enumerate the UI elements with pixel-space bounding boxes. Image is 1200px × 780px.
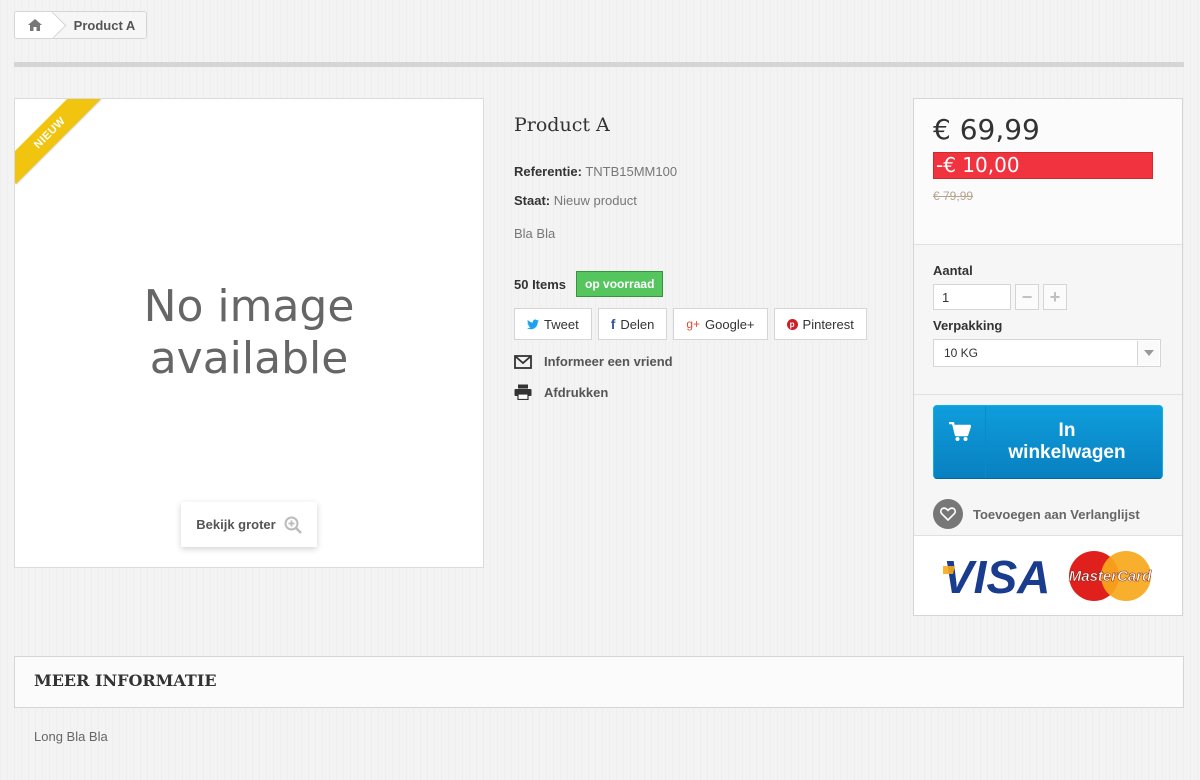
breadcrumb: Product A: [14, 11, 147, 39]
condition-label: Staat:: [514, 193, 551, 208]
facebook-share-button[interactable]: f Delen: [597, 308, 668, 340]
quantity-decrease-button[interactable]: −: [1015, 284, 1039, 310]
heart-icon: [933, 499, 963, 529]
buy-box: € 69,99 -€ 10,00 € 79,99 Aantal − + Verp…: [913, 98, 1183, 616]
quantity-increase-button[interactable]: +: [1043, 284, 1067, 310]
price-section: € 69,99 -€ 10,00 € 79,99: [914, 99, 1182, 245]
print-link[interactable]: Afdrukken: [514, 384, 608, 400]
reference-row: Referentie: TNTB15MM100: [514, 164, 677, 179]
divider: [14, 62, 1184, 67]
options-section: Aantal − + Verpakking 10 KG: [914, 245, 1182, 395]
send-to-friend-link[interactable]: Informeer een vriend: [514, 354, 673, 369]
twitter-icon: [527, 319, 539, 329]
pinterest-icon: p: [786, 318, 798, 330]
add-to-cart-button[interactable]: In winkelwagen: [933, 405, 1163, 479]
visa-logo: VISA: [943, 551, 1050, 603]
add-to-cart-line1: In: [1058, 420, 1076, 441]
image-placeholder-line2: available: [149, 333, 349, 384]
old-price: € 79,99: [933, 189, 974, 203]
reference-label: Referentie:: [514, 164, 582, 179]
tweet-button[interactable]: Tweet: [514, 308, 592, 340]
stock-info: 50 Items op voorraad: [514, 271, 664, 297]
payment-cards-icon: VISA MasterCard: [942, 550, 1152, 603]
shopping-cart-icon: [948, 422, 971, 441]
packaging-select[interactable]: 10 KG: [933, 339, 1161, 367]
payment-logos: VISA MasterCard: [914, 536, 1182, 615]
google-plus-label: Google+: [705, 316, 755, 332]
product-title: Product A: [514, 114, 610, 136]
minus-icon: −: [1021, 286, 1033, 307]
plus-icon: +: [1049, 286, 1061, 307]
share-label: Delen: [620, 316, 655, 332]
envelope-icon: [514, 354, 532, 369]
home-icon: [28, 19, 42, 31]
availability-badge: op voorraad: [576, 271, 664, 297]
reference-value: TNTB15MM100: [585, 164, 678, 179]
quantity-label: Aantal: [933, 263, 973, 278]
social-share: Tweet f Delen g+ Google+ p Pinterest: [514, 308, 867, 340]
pinterest-button[interactable]: p Pinterest: [773, 308, 867, 340]
view-larger-label: Bekijk groter: [196, 517, 276, 532]
image-placeholder: No image available: [15, 281, 483, 385]
tweet-label: Tweet: [544, 316, 579, 332]
add-to-wishlist-link[interactable]: Toevoegen aan Verlanglijst: [933, 499, 1163, 529]
breadcrumb-current: Product A: [73, 17, 136, 33]
long-description: Long Bla Bla: [34, 729, 108, 744]
current-price: € 69,99: [933, 113, 1040, 146]
google-plus-icon: g+: [686, 317, 701, 331]
pinterest-label: Pinterest: [802, 316, 854, 332]
add-to-cart-label: In winkelwagen: [986, 406, 1162, 478]
packaging-selected-value: 10 KG: [944, 346, 979, 360]
more-info-header: Meer informatie: [14, 656, 1184, 708]
quantity-input[interactable]: [933, 284, 1011, 310]
print-label: Afdrukken: [544, 384, 609, 400]
send-to-friend-label: Informeer een vriend: [544, 354, 673, 369]
breadcrumb-home[interactable]: [15, 12, 55, 38]
condition-value: Nieuw product: [553, 193, 637, 208]
price-reduction-badge: -€ 10,00: [933, 152, 1153, 179]
quantity-available: 50 Items: [514, 276, 567, 292]
chevron-down-icon: [1137, 341, 1159, 365]
zoom-in-icon: [284, 516, 302, 534]
wishlist-label: Toevoegen aan Verlanglijst: [973, 506, 1140, 522]
mastercard-logo: MasterCard: [1068, 568, 1151, 585]
print-icon: [514, 384, 532, 400]
packaging-label: Verpakking: [933, 318, 1003, 333]
view-larger-button[interactable]: Bekijk groter: [181, 502, 317, 547]
facebook-icon: f: [610, 316, 616, 332]
product-image[interactable]: Nieuw No image available Bekijk groter: [14, 98, 484, 568]
add-to-cart-line2: winkelwagen: [1008, 442, 1126, 463]
image-placeholder-line1: No image: [143, 281, 355, 332]
new-badge: Nieuw: [15, 99, 101, 184]
short-description: Bla Bla: [514, 226, 556, 241]
condition-row: Staat: Nieuw product: [514, 193, 637, 208]
cart-section: In winkelwagen Toevoegen aan Verlanglijs…: [914, 395, 1182, 536]
google-plus-button[interactable]: g+ Google+: [673, 308, 768, 340]
